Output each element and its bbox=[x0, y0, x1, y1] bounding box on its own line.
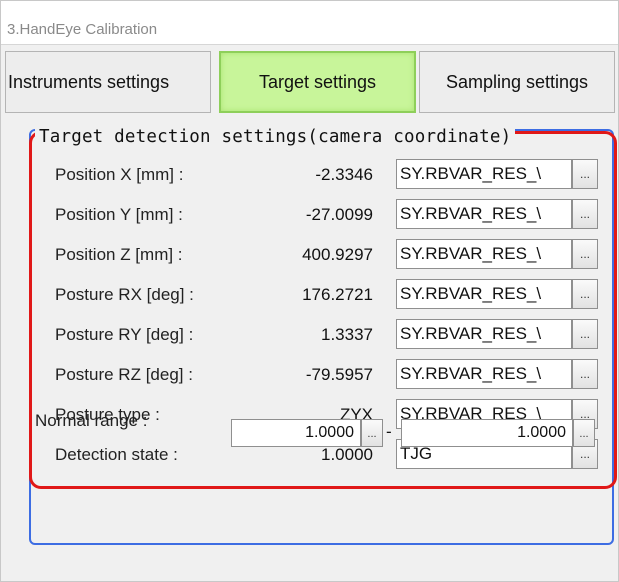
row-position-z: Position Z [mm] : 400.9297 SY.RBVAR_RES_… bbox=[21, 236, 611, 272]
row-position-x: Position X [mm] : -2.3346 SY.RBVAR_RES_\… bbox=[21, 156, 611, 192]
posture-rz-browse-button[interactable]: ... bbox=[572, 359, 598, 389]
posture-ry-variable-field[interactable]: SY.RBVAR_RES_\ bbox=[396, 319, 572, 349]
posture-rx-browse-button[interactable]: ... bbox=[572, 279, 598, 309]
handeye-calibration-window: 3.HandEye Calibration Instruments settin… bbox=[0, 0, 619, 582]
target-settings-panel: Target detection settings(camera coordin… bbox=[21, 121, 617, 573]
position-x-browse-button[interactable]: ... bbox=[572, 159, 598, 189]
normal-range-max-button[interactable]: ... bbox=[573, 419, 595, 447]
position-x-value: -2.3346 bbox=[315, 165, 373, 184]
position-z-variable-field[interactable]: SY.RBVAR_RES_\ bbox=[396, 239, 572, 269]
posture-rz-variable-field[interactable]: SY.RBVAR_RES_\ bbox=[396, 359, 572, 389]
detection-state-value: 1.0000 bbox=[321, 445, 373, 464]
normal-range-min-field[interactable]: 1.0000 bbox=[231, 419, 361, 447]
position-y-browse-button[interactable]: ... bbox=[572, 199, 598, 229]
position-z-value: 400.9297 bbox=[302, 245, 373, 264]
position-y-variable-field[interactable]: SY.RBVAR_RES_\ bbox=[396, 199, 572, 229]
posture-ry-label: Posture RY [deg] : bbox=[55, 325, 194, 344]
row-posture-rx: Posture RX [deg] : 176.2721 SY.RBVAR_RES… bbox=[21, 276, 611, 312]
row-position-y: Position Y [mm] : -27.0099 SY.RBVAR_RES_… bbox=[21, 196, 611, 232]
group-legend: Target detection settings(camera coordin… bbox=[35, 127, 516, 147]
tab-sampling-settings[interactable]: Sampling settings bbox=[419, 51, 615, 113]
normal-range-separator: - bbox=[386, 422, 392, 441]
window-title: 3.HandEye Calibration bbox=[7, 21, 158, 38]
posture-rx-value: 176.2721 bbox=[302, 285, 373, 304]
posture-rx-label: Posture RX [deg] : bbox=[55, 285, 194, 304]
tab-instruments-settings[interactable]: Instruments settings bbox=[5, 51, 211, 113]
tab-target-settings[interactable]: Target settings bbox=[219, 51, 416, 113]
position-z-browse-button[interactable]: ... bbox=[572, 239, 598, 269]
detection-state-label: Detection state : bbox=[55, 445, 178, 464]
normal-range-label: Normal range : bbox=[35, 411, 148, 430]
row-posture-rz: Posture RZ [deg] : -79.5957 SY.RBVAR_RES… bbox=[21, 356, 611, 392]
title-bar: 3.HandEye Calibration bbox=[1, 1, 618, 45]
position-y-label: Position Y [mm] : bbox=[55, 205, 183, 224]
row-posture-ry: Posture RY [deg] : 1.3337 SY.RBVAR_RES_\… bbox=[21, 316, 611, 352]
position-x-variable-field[interactable]: SY.RBVAR_RES_\ bbox=[396, 159, 572, 189]
posture-ry-value: 1.3337 bbox=[321, 325, 373, 344]
normal-range-max-field[interactable]: 1.0000 bbox=[401, 419, 573, 447]
posture-rx-variable-field[interactable]: SY.RBVAR_RES_\ bbox=[396, 279, 572, 309]
posture-ry-browse-button[interactable]: ... bbox=[572, 319, 598, 349]
position-y-value: -27.0099 bbox=[305, 205, 373, 224]
posture-rz-label: Posture RZ [deg] : bbox=[55, 365, 193, 384]
position-z-label: Position Z [mm] : bbox=[55, 245, 183, 264]
posture-rz-value: -79.5957 bbox=[305, 365, 373, 384]
tab-bar: Instruments settings Target settings Sam… bbox=[5, 51, 615, 113]
position-x-label: Position X [mm] : bbox=[55, 165, 184, 184]
normal-range-min-button[interactable]: ... bbox=[361, 419, 383, 447]
